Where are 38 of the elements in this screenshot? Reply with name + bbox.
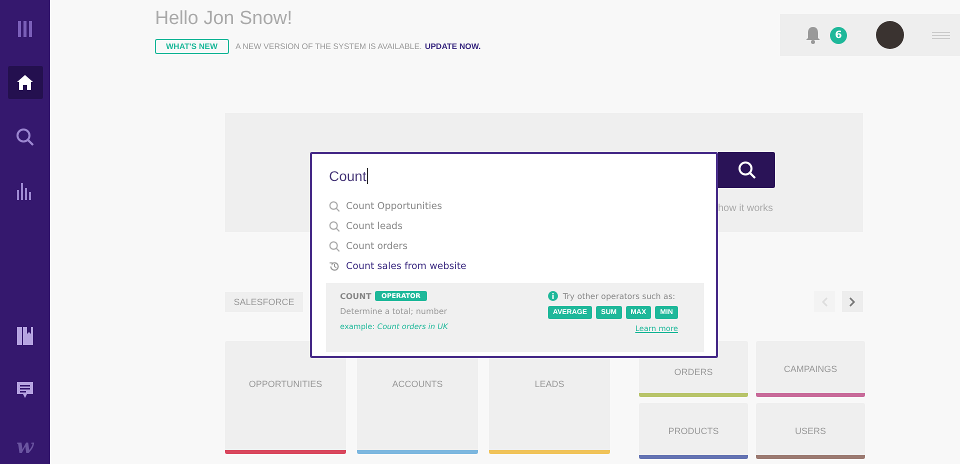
operator-hint: Try other operators such as: bbox=[562, 292, 676, 300]
chevron-right-icon bbox=[849, 296, 856, 306]
notification-count: 6 bbox=[830, 26, 847, 44]
whats-new-badge: WHAT'S NEW bbox=[155, 39, 229, 54]
category-tile[interactable]: PRODUCTS bbox=[639, 403, 748, 459]
search-icon bbox=[738, 161, 756, 179]
suggestion-item[interactable]: Count Opportunities bbox=[329, 199, 716, 213]
search-icon bbox=[329, 240, 340, 252]
logo: w bbox=[16, 434, 34, 458]
bar-chart-icon bbox=[16, 182, 34, 200]
source-tab[interactable]: SALESFORCE bbox=[225, 292, 303, 312]
home-icon bbox=[16, 74, 34, 91]
book-icon bbox=[17, 326, 33, 344]
category-tile[interactable]: CAMPAINGS bbox=[756, 341, 865, 397]
greeting-title: Hello Jon Snow! bbox=[155, 8, 294, 30]
update-link[interactable]: UPDATE NOW. bbox=[424, 42, 481, 51]
next-button[interactable] bbox=[842, 291, 863, 312]
category-tile[interactable]: USERS bbox=[756, 403, 865, 459]
suggestion-item[interactable]: Count leads bbox=[329, 219, 716, 233]
suggestion-item[interactable]: Count sales from website bbox=[329, 259, 716, 273]
operator-description: Determine a total; number bbox=[340, 307, 448, 316]
search-field[interactable]: Count bbox=[312, 154, 716, 187]
search-icon bbox=[329, 220, 340, 232]
bell-icon[interactable] bbox=[806, 26, 820, 44]
avatar[interactable] bbox=[876, 21, 904, 49]
search-icon bbox=[329, 200, 340, 212]
chat-icon bbox=[16, 380, 34, 398]
operator-name: COUNT bbox=[340, 292, 372, 300]
search-icon bbox=[16, 128, 34, 146]
announcement-text: A NEW VERSION OF THE SYSTEM IS AVAILABLE. bbox=[236, 42, 422, 51]
help-link[interactable]: how it works bbox=[718, 203, 774, 214]
category-tile[interactable]: OPPORTUNITIES bbox=[225, 341, 346, 454]
menu-icon bbox=[16, 20, 34, 38]
nav-item[interactable] bbox=[8, 66, 42, 99]
info-icon bbox=[548, 291, 558, 301]
search-button[interactable] bbox=[718, 152, 775, 188]
suggestion-item[interactable]: Count orders bbox=[329, 239, 716, 253]
history-icon bbox=[329, 260, 340, 272]
